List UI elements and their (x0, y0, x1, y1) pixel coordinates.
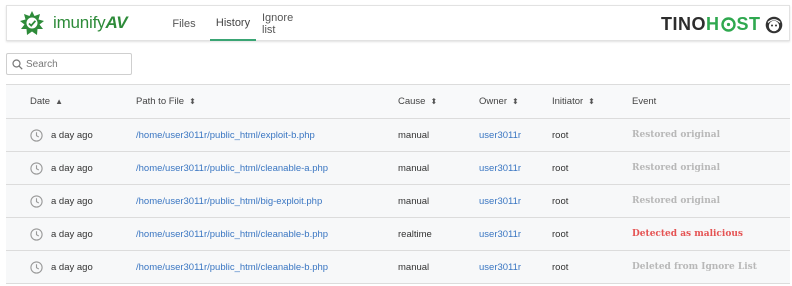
search-box[interactable] (6, 53, 132, 75)
column-header-date-label: Date (30, 96, 51, 107)
path-link[interactable]: /home/user3011r/public_html/cleanable-b.… (136, 218, 328, 250)
date-cell: a day ago (30, 218, 93, 250)
column-header-cause-label: Cause (398, 96, 426, 107)
brand-text-c: ST (736, 13, 761, 34)
date-cell: a day ago (30, 251, 93, 283)
clock-icon (30, 227, 43, 241)
column-header-owner-label: Owner (479, 96, 507, 107)
column-header-event-label: Event (632, 96, 657, 107)
cause-text: realtime (398, 228, 432, 240)
cause-text: manual (398, 162, 430, 174)
date-cell: a day ago (30, 119, 93, 151)
table-row[interactable]: a day ago /home/user3011r/public_html/cl… (6, 152, 790, 185)
path-link[interactable]: /home/user3011r/public_html/cleanable-b.… (136, 251, 328, 283)
logo-text-bold: AV (105, 13, 128, 32)
clock-icon (30, 161, 43, 175)
logo-text-light: imunify (53, 13, 106, 32)
table-row[interactable]: a day ago /home/user3011r/public_html/bi… (6, 185, 790, 218)
initiator-text: root (552, 129, 569, 141)
owner-link[interactable]: user3011r (479, 119, 521, 151)
tab-history-label: History (215, 16, 251, 29)
table-row[interactable]: a day ago /home/user3011r/public_html/ex… (6, 119, 790, 152)
event-text: Deleted from Ignore List (632, 262, 757, 272)
cause-text: manual (398, 129, 430, 141)
tab-history[interactable]: History (210, 6, 256, 41)
date-cell: a day ago (30, 185, 93, 217)
initiator-text: root (552, 261, 569, 273)
brand-o-icon (720, 16, 736, 32)
column-header-path[interactable]: Path to File ⬍ (136, 85, 196, 118)
clock-icon (30, 128, 43, 142)
column-header-path-label: Path to File (136, 96, 185, 107)
sort-asc-icon: ▲ (55, 97, 63, 106)
initiator-text: root (552, 162, 569, 174)
tinohost-brand: TINO H ST (661, 13, 761, 35)
tab-files-label: Files (172, 17, 196, 30)
path-link[interactable]: /home/user3011r/public_html/big-exploit.… (136, 185, 322, 217)
event-text: Restored original (632, 163, 720, 173)
initiator-text: root (552, 195, 569, 207)
sort-icon: ⬍ (189, 97, 196, 106)
column-header-initiator[interactable]: Initiator ⬍ (552, 85, 595, 118)
owner-link[interactable]: user3011r (479, 218, 521, 250)
table-row[interactable]: a day ago /home/user3011r/public_html/cl… (6, 251, 790, 284)
tab-ignore-list-label: Ignore list (262, 11, 294, 36)
event-text: Restored original (632, 130, 720, 140)
history-table: Date ▲ Path to File ⬍ Cause ⬍ Owner ⬍ In… (6, 84, 790, 284)
search-icon (12, 58, 23, 70)
top-nav-bar: imunifyAV Files History Ignore list TINO… (6, 5, 790, 41)
date-text: a day ago (51, 162, 93, 174)
tab-ignore-list[interactable]: Ignore list (262, 6, 306, 41)
column-header-cause[interactable]: Cause ⬍ (398, 85, 437, 118)
event-text-malicious: Detected as malicious (632, 229, 743, 239)
owner-link[interactable]: user3011r (479, 152, 521, 184)
brand-text-b: H (706, 13, 720, 34)
imunify-logo[interactable]: imunifyAV (19, 10, 128, 36)
date-text: a day ago (51, 261, 93, 273)
sort-icon: ⬍ (511, 97, 519, 106)
initiator-text: root (552, 228, 569, 240)
tab-files[interactable]: Files (166, 6, 202, 41)
clock-icon (30, 194, 43, 208)
sort-icon: ⬍ (430, 97, 438, 106)
path-link[interactable]: /home/user3011r/public_html/cleanable-a.… (136, 152, 328, 184)
column-header-owner[interactable]: Owner ⬍ (479, 85, 519, 118)
clock-icon (30, 260, 43, 274)
date-text: a day ago (51, 129, 93, 141)
table-row[interactable]: a day ago /home/user3011r/public_html/cl… (6, 218, 790, 251)
event-text: Restored original (632, 196, 720, 206)
owner-link[interactable]: user3011r (479, 185, 521, 217)
sort-icon: ⬍ (588, 97, 595, 106)
path-link[interactable]: /home/user3011r/public_html/exploit-b.ph… (136, 119, 315, 151)
date-text: a day ago (51, 195, 93, 207)
date-text: a day ago (51, 228, 93, 240)
cause-text: manual (398, 195, 430, 207)
table-header-row: Date ▲ Path to File ⬍ Cause ⬍ Owner ⬍ In… (6, 85, 790, 119)
user-avatar-icon[interactable] (765, 16, 783, 34)
logo-text: imunifyAV (53, 13, 128, 33)
date-cell: a day ago (30, 152, 93, 184)
column-header-event: Event (632, 85, 656, 118)
owner-link[interactable]: user3011r (479, 251, 521, 283)
imunify-logo-icon (20, 11, 44, 35)
column-header-date[interactable]: Date ▲ (30, 85, 63, 118)
search-input[interactable] (26, 58, 126, 70)
column-header-initiator-label: Initiator (552, 96, 584, 107)
cause-text: manual (398, 261, 430, 273)
brand-text-a: TINO (661, 13, 706, 34)
